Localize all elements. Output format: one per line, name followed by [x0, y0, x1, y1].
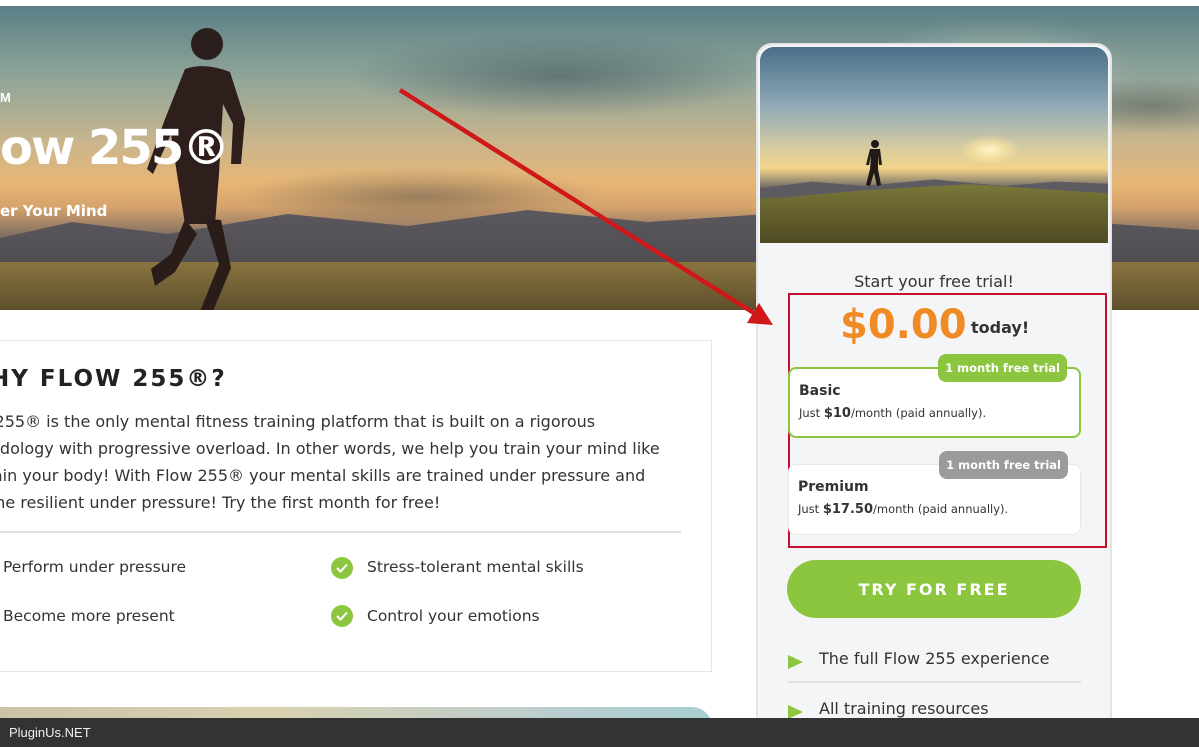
plan-option-premium[interactable]: 1 month free trial Premium Just $17.50/m… — [788, 451, 1081, 535]
plan-price: Just $17.50/month (paid annually). — [798, 502, 1008, 517]
why-flow-description: v 255® is the only mental fitness traini… — [0, 412, 660, 512]
plan-name: Basic — [799, 383, 841, 399]
hero-subtitle: er Your Mind — [0, 202, 108, 220]
why-flow-divider — [0, 531, 681, 533]
feature-divider — [788, 681, 1081, 683]
check-icon — [331, 557, 353, 579]
benefit-item: Become more present — [3, 607, 175, 625]
sun-glow — [960, 135, 1020, 165]
plan-name: Premium — [798, 479, 869, 495]
footer-brand: PluginUs.NET — [9, 725, 91, 740]
try-for-free-button[interactable]: TRY FOR FREE — [787, 560, 1081, 618]
play-triangle-icon — [788, 705, 803, 719]
feature-item: The full Flow 255 experience — [788, 647, 1081, 677]
plan-price-prefix: Just — [799, 406, 824, 420]
benefit-item: Control your emotions — [367, 607, 540, 625]
play-triangle-icon — [788, 655, 803, 669]
price-today-suffix: today! — [971, 318, 1030, 337]
why-flow-title: HY FLOW 255®? — [0, 366, 227, 392]
free-trial-badge: 1 month free trial — [939, 451, 1068, 479]
plan-option-basic[interactable]: 1 month free trial Basic Just $10/month … — [788, 354, 1081, 438]
check-icon — [331, 605, 353, 627]
price-today: $0.00 — [840, 302, 967, 348]
free-trial-badge: 1 month free trial — [938, 354, 1067, 382]
plan-price-suffix: /month (paid annually). — [873, 502, 1009, 516]
pricing-card-image — [760, 47, 1108, 243]
benefit-item: Perform under pressure — [3, 558, 187, 576]
footer-bar: PluginUs.NET — [0, 718, 1199, 747]
plan-price: Just $10/month (paid annually). — [799, 406, 986, 421]
feature-label: The full Flow 255 experience — [819, 649, 1050, 668]
plan-price-suffix: /month (paid annually). — [850, 406, 987, 420]
benefit-item: Stress-tolerant mental skills — [367, 558, 584, 576]
runner-figure — [866, 140, 882, 186]
plan-price-amount: $10 — [823, 406, 851, 421]
hero-title: ow 255® — [0, 120, 230, 176]
trial-heading: Start your free trial! — [854, 272, 1014, 291]
hero-eyebrow: M — [0, 90, 11, 105]
feature-label: All training resources — [819, 699, 989, 718]
plan-price-prefix: Just — [798, 502, 823, 516]
plan-price-amount: $17.50 — [822, 502, 874, 517]
